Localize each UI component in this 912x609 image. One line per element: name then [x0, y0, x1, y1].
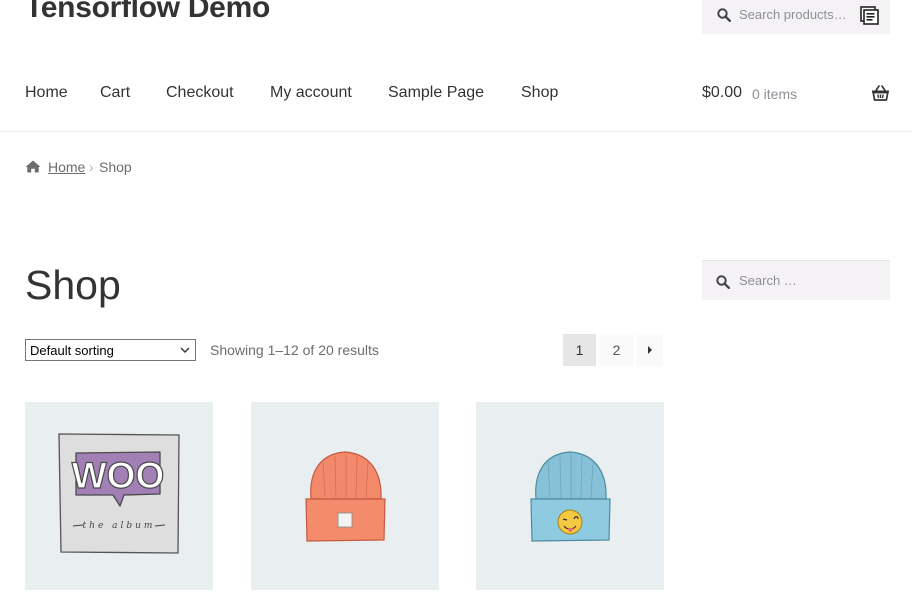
nav-item-cart[interactable]: Cart	[100, 84, 130, 102]
product-orange-beanie[interactable]	[251, 402, 439, 590]
breadcrumb-home-link[interactable]: Home	[48, 159, 85, 175]
woo-album-image: WOO the album	[58, 433, 180, 554]
chevron-down-icon	[180, 347, 190, 353]
nav-item-shop[interactable]: Shop	[521, 84, 558, 102]
site-title[interactable]: Tensorflow Demo	[25, 0, 270, 25]
product-woo-album[interactable]: WOO the album	[25, 402, 213, 590]
nav-item-sample-page[interactable]: Sample Page	[388, 84, 484, 102]
header-divider	[0, 131, 912, 132]
blue-beanie-image	[530, 451, 611, 542]
sorting-select[interactable]: Default sorting	[25, 339, 196, 361]
sidebar-search-placeholder: Search …	[739, 273, 797, 288]
orange-beanie-image	[305, 451, 386, 542]
cart-item-count[interactable]: 0 items	[752, 86, 797, 102]
home-icon	[25, 160, 41, 173]
next-page-button[interactable]	[637, 334, 663, 366]
arrow-right-icon	[648, 346, 652, 354]
autofill-icon[interactable]	[860, 6, 879, 25]
cart-total[interactable]: $0.00	[702, 84, 742, 102]
result-count: Showing 1–12 of 20 results	[210, 342, 379, 358]
nav-item-my-account[interactable]: My account	[270, 84, 352, 102]
nav-item-checkout[interactable]: Checkout	[166, 84, 234, 102]
breadcrumb-current: Shop	[99, 159, 132, 175]
basket-icon[interactable]	[871, 85, 890, 101]
search-icon	[717, 8, 731, 22]
page-title: Shop	[25, 262, 121, 308]
sorting-selected-value: Default sorting	[30, 343, 114, 358]
header-search-placeholder: Search products…	[739, 7, 847, 22]
header-search-field[interactable]: Search products…	[702, 0, 890, 34]
page-2-button[interactable]: 2	[600, 334, 633, 366]
sidebar-search-field[interactable]: Search …	[702, 260, 890, 300]
nav-item-home[interactable]: Home	[25, 84, 68, 102]
product-blue-beanie[interactable]	[476, 402, 664, 590]
breadcrumb-separator: ›	[89, 159, 94, 175]
page-1-button[interactable]: 1	[563, 334, 596, 366]
album-caption: the album	[83, 521, 156, 531]
woo-logo-text: WOO	[72, 455, 164, 496]
search-icon	[716, 275, 730, 289]
